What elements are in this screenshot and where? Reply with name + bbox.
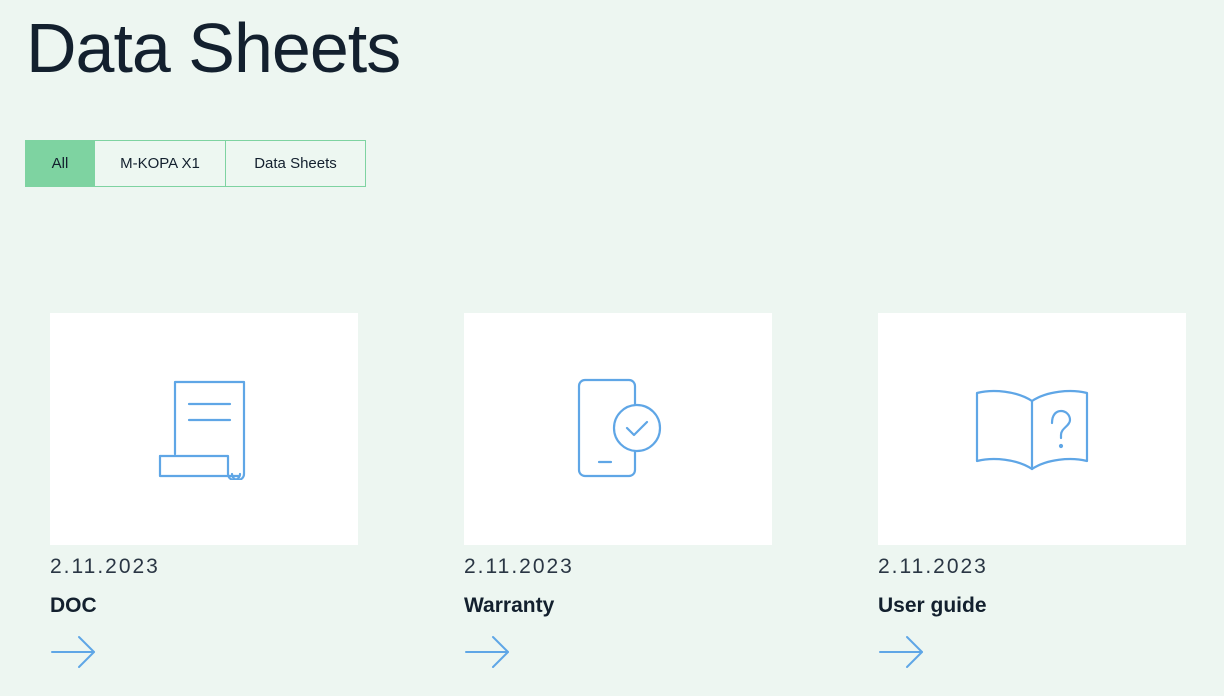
- card-title[interactable]: DOC: [50, 593, 97, 619]
- filter-tab-m-kopa-x1[interactable]: M-KOPA X1: [95, 140, 226, 187]
- document-card-user-guide[interactable]: 2.11.2023 User guide: [878, 313, 1186, 668]
- card-thumbnail[interactable]: [464, 313, 772, 545]
- card-thumbnail[interactable]: [878, 313, 1186, 545]
- filter-tabs: All M-KOPA X1 Data Sheets: [25, 140, 366, 187]
- card-thumbnail[interactable]: [50, 313, 358, 545]
- arrow-right-icon[interactable]: [464, 633, 512, 671]
- card-date: 2.11.2023: [50, 555, 160, 578]
- filter-tab-all[interactable]: All: [25, 140, 95, 187]
- card-title[interactable]: User guide: [878, 593, 987, 619]
- card-date: 2.11.2023: [464, 555, 574, 578]
- arrow-right-icon[interactable]: [878, 633, 926, 671]
- document-card-doc[interactable]: 2.11.2023 DOC: [50, 313, 358, 668]
- card-date: 2.11.2023: [878, 555, 988, 578]
- phone-check-icon: [577, 378, 662, 478]
- page-title: Data Sheets: [26, 9, 401, 87]
- filter-tab-data-sheets[interactable]: Data Sheets: [226, 140, 366, 187]
- document-scroll-icon: [158, 380, 246, 480]
- book-question-icon: [975, 390, 1089, 471]
- document-card-warranty[interactable]: 2.11.2023 Warranty: [464, 313, 772, 668]
- arrow-right-icon[interactable]: [50, 633, 98, 671]
- card-title[interactable]: Warranty: [464, 593, 554, 619]
